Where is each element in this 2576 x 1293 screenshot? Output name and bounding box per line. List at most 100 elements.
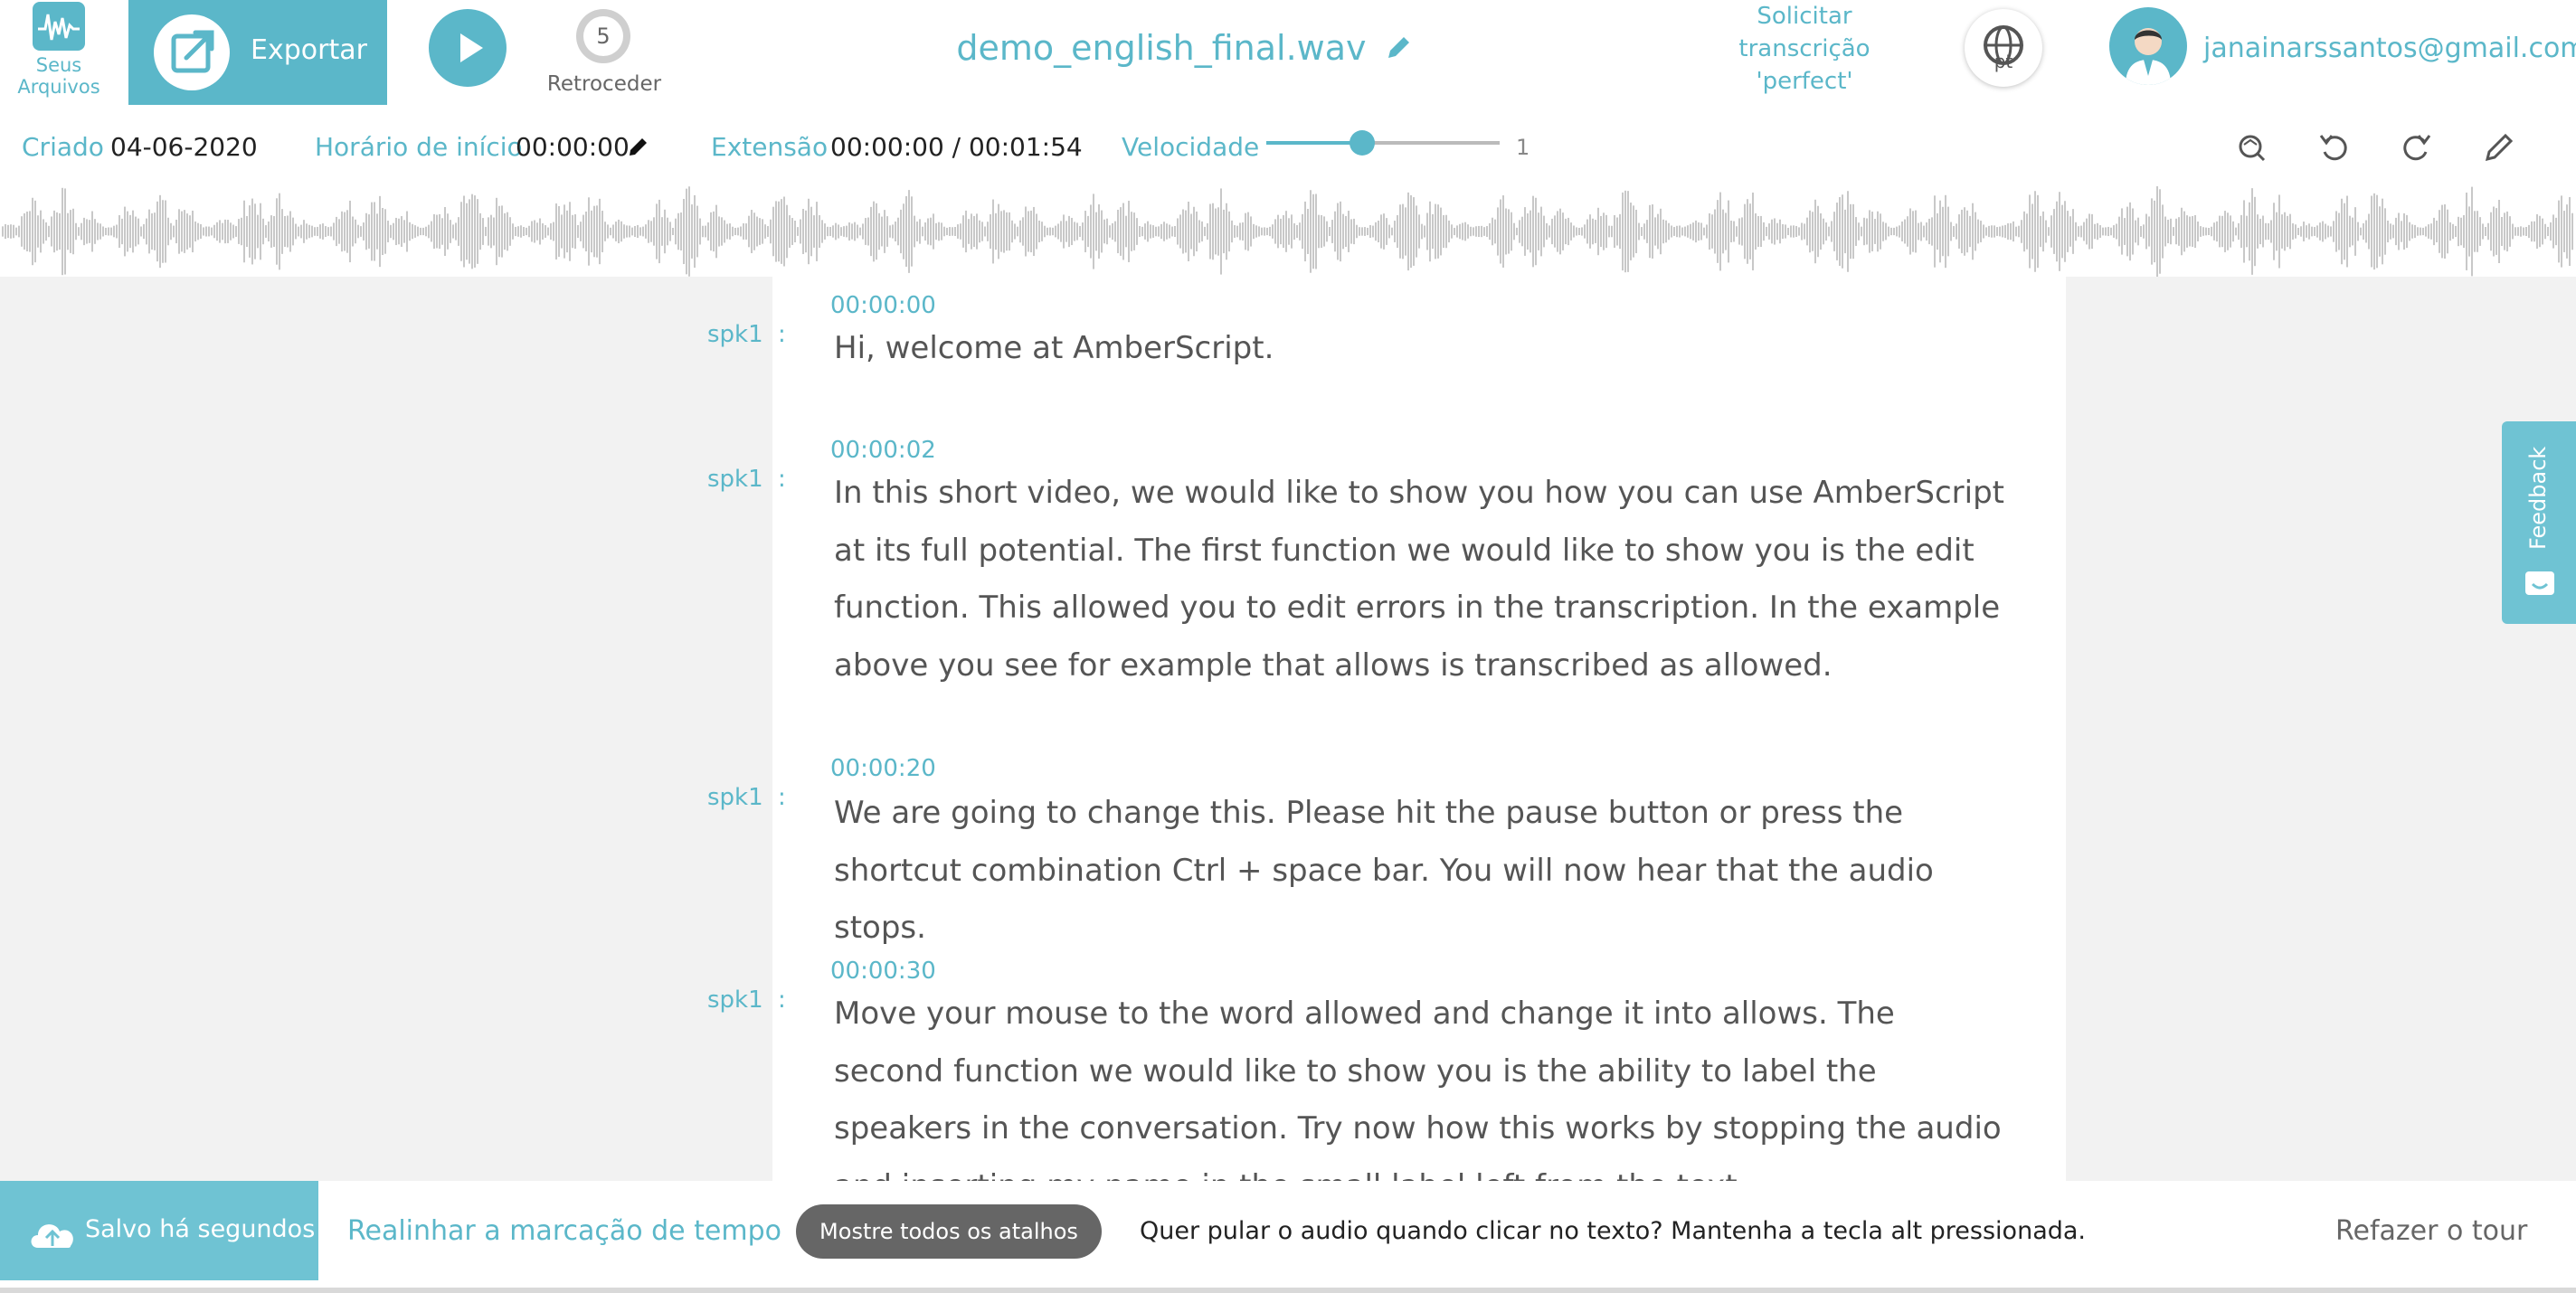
waveform-bar bbox=[490, 214, 492, 249]
user-email[interactable]: janainarssantos@gmail.com bbox=[2203, 31, 2576, 67]
waveform-bar bbox=[2365, 220, 2367, 243]
waveform-bar bbox=[800, 219, 801, 244]
speaker-label[interactable]: spk1 bbox=[707, 463, 763, 495]
waveform-bar bbox=[564, 204, 565, 259]
waveform-bar bbox=[976, 213, 978, 250]
waveform-bar bbox=[2447, 209, 2448, 254]
waveform-bar bbox=[2189, 216, 2191, 247]
waveform-bar bbox=[1022, 217, 1024, 246]
waveform-bar bbox=[1288, 218, 1290, 245]
waveform-bar bbox=[734, 227, 736, 236]
waveform-bar bbox=[2463, 214, 2465, 249]
waveform-bar bbox=[365, 212, 367, 250]
segment-timestamp[interactable]: 00:00:00 bbox=[830, 290, 936, 321]
your-files-button[interactable]: Seus Arquivos bbox=[0, 0, 118, 105]
waveform-bar bbox=[2512, 223, 2514, 240]
waveform-bar bbox=[2143, 224, 2145, 239]
play-button[interactable] bbox=[429, 9, 507, 87]
pencil-icon[interactable] bbox=[626, 134, 651, 159]
waveform-bar bbox=[512, 223, 514, 240]
waveform-bar bbox=[471, 193, 473, 269]
show-shortcuts-button[interactable]: Mostre todos os atalhos bbox=[796, 1204, 1102, 1259]
waveform-bar bbox=[933, 213, 934, 250]
audio-waveform[interactable] bbox=[0, 185, 2576, 278]
pencil-icon[interactable] bbox=[1383, 33, 1414, 63]
speaker-label[interactable]: spk1 bbox=[707, 781, 763, 814]
waveform-bar bbox=[276, 198, 278, 265]
undo-icon[interactable] bbox=[2314, 127, 2353, 166]
transcript-segment-text[interactable]: We are going to change this. Please hit … bbox=[834, 785, 2010, 958]
waveform-bar bbox=[1065, 221, 1067, 242]
waveform-bar bbox=[1060, 221, 1062, 242]
waveform-bar bbox=[838, 224, 839, 239]
waveform-bar bbox=[243, 200, 245, 263]
waveform-bar bbox=[1122, 203, 1124, 260]
waveform-bar bbox=[1728, 200, 1729, 263]
speed-slider-fill bbox=[1266, 141, 1362, 145]
redo-icon[interactable] bbox=[2397, 127, 2437, 166]
transcript-segment-text[interactable]: Hi, welcome at AmberScript. bbox=[834, 320, 2010, 378]
waveform-bar bbox=[412, 223, 413, 240]
waveform-bar bbox=[813, 215, 815, 248]
export-button[interactable]: Exportar bbox=[128, 0, 387, 105]
redo-tour-link[interactable]: Refazer o tour bbox=[2335, 1213, 2527, 1250]
file-name[interactable]: demo_english_final.wav bbox=[904, 25, 1465, 71]
waveform-bar bbox=[1521, 216, 1523, 247]
waveform-bar bbox=[1196, 211, 1198, 252]
waveform-bar bbox=[1443, 214, 1444, 249]
waveform-bar bbox=[865, 218, 867, 245]
waveform-bar bbox=[1019, 220, 1021, 243]
waveform-bar bbox=[859, 227, 861, 236]
waveform-bar bbox=[1554, 215, 1556, 248]
waveform-bar bbox=[1766, 226, 1767, 237]
waveform-bar bbox=[2216, 221, 2218, 242]
user-avatar[interactable] bbox=[2109, 7, 2187, 85]
waveform-bar bbox=[2259, 218, 2261, 245]
search-replace-icon[interactable] bbox=[2230, 127, 2270, 166]
waveform-bar bbox=[2525, 226, 2527, 237]
speaker-label[interactable]: spk1 bbox=[707, 984, 763, 1016]
waveform-bar bbox=[1340, 201, 1341, 262]
waveform-bar bbox=[213, 224, 215, 239]
waveform-bar bbox=[1540, 206, 1542, 257]
your-files-label-1: Seus bbox=[35, 54, 82, 76]
rewind-button[interactable]: 5 Retroceder bbox=[543, 5, 666, 101]
waveform-bar bbox=[1068, 215, 1070, 248]
waveform-bar bbox=[2542, 218, 2543, 245]
segment-timestamp[interactable]: 00:00:20 bbox=[830, 753, 936, 784]
waveform-bar bbox=[2145, 213, 2147, 250]
waveform-bar bbox=[797, 227, 799, 236]
waveform-bar bbox=[623, 224, 625, 239]
waveform-bar bbox=[1657, 213, 1659, 250]
waveform-bar bbox=[1709, 212, 1710, 250]
waveform-bar bbox=[428, 224, 430, 239]
waveform-bar bbox=[615, 222, 617, 241]
start-time-value[interactable]: 00:00:00 bbox=[516, 130, 630, 165]
waveform-bar bbox=[550, 222, 552, 241]
waveform-bar bbox=[2547, 226, 2549, 237]
language-button[interactable]: pt bbox=[1965, 9, 2042, 87]
waveform-bar bbox=[1600, 215, 1602, 248]
transcript-segment-text[interactable]: In this short video, we would like to sh… bbox=[834, 465, 2010, 694]
speed-slider-handle[interactable] bbox=[1350, 130, 1375, 156]
waveform-bar bbox=[314, 227, 316, 236]
waveform-bar bbox=[300, 224, 302, 239]
waveform-bar bbox=[1326, 221, 1328, 242]
waveform-bar bbox=[488, 217, 489, 246]
waveform-bar bbox=[493, 217, 495, 246]
waveform-bar bbox=[1861, 226, 1862, 237]
order-perfect-transcription-button[interactable]: Solicitar transcrição 'perfect' bbox=[1709, 0, 1899, 98]
waveform-bar bbox=[422, 227, 424, 236]
waveform-bar bbox=[1071, 217, 1073, 246]
pencil-icon[interactable] bbox=[2480, 127, 2520, 166]
waveform-bar bbox=[1793, 225, 1795, 238]
realign-timestamps-link[interactable]: Realinhar a marcação de tempo bbox=[347, 1213, 781, 1250]
segment-timestamp[interactable]: 00:00:30 bbox=[830, 956, 936, 986]
feedback-tab[interactable]: Feedback bbox=[2502, 421, 2576, 624]
your-files-label-2: Arquivos bbox=[17, 76, 100, 98]
waveform-bar bbox=[892, 224, 894, 239]
segment-timestamp[interactable]: 00:00:02 bbox=[830, 435, 936, 466]
speaker-label[interactable]: spk1 bbox=[707, 318, 763, 351]
transcript-segment-text[interactable]: Move your mouse to the word allowed and … bbox=[834, 986, 2010, 1181]
waveform-bar bbox=[154, 212, 156, 250]
